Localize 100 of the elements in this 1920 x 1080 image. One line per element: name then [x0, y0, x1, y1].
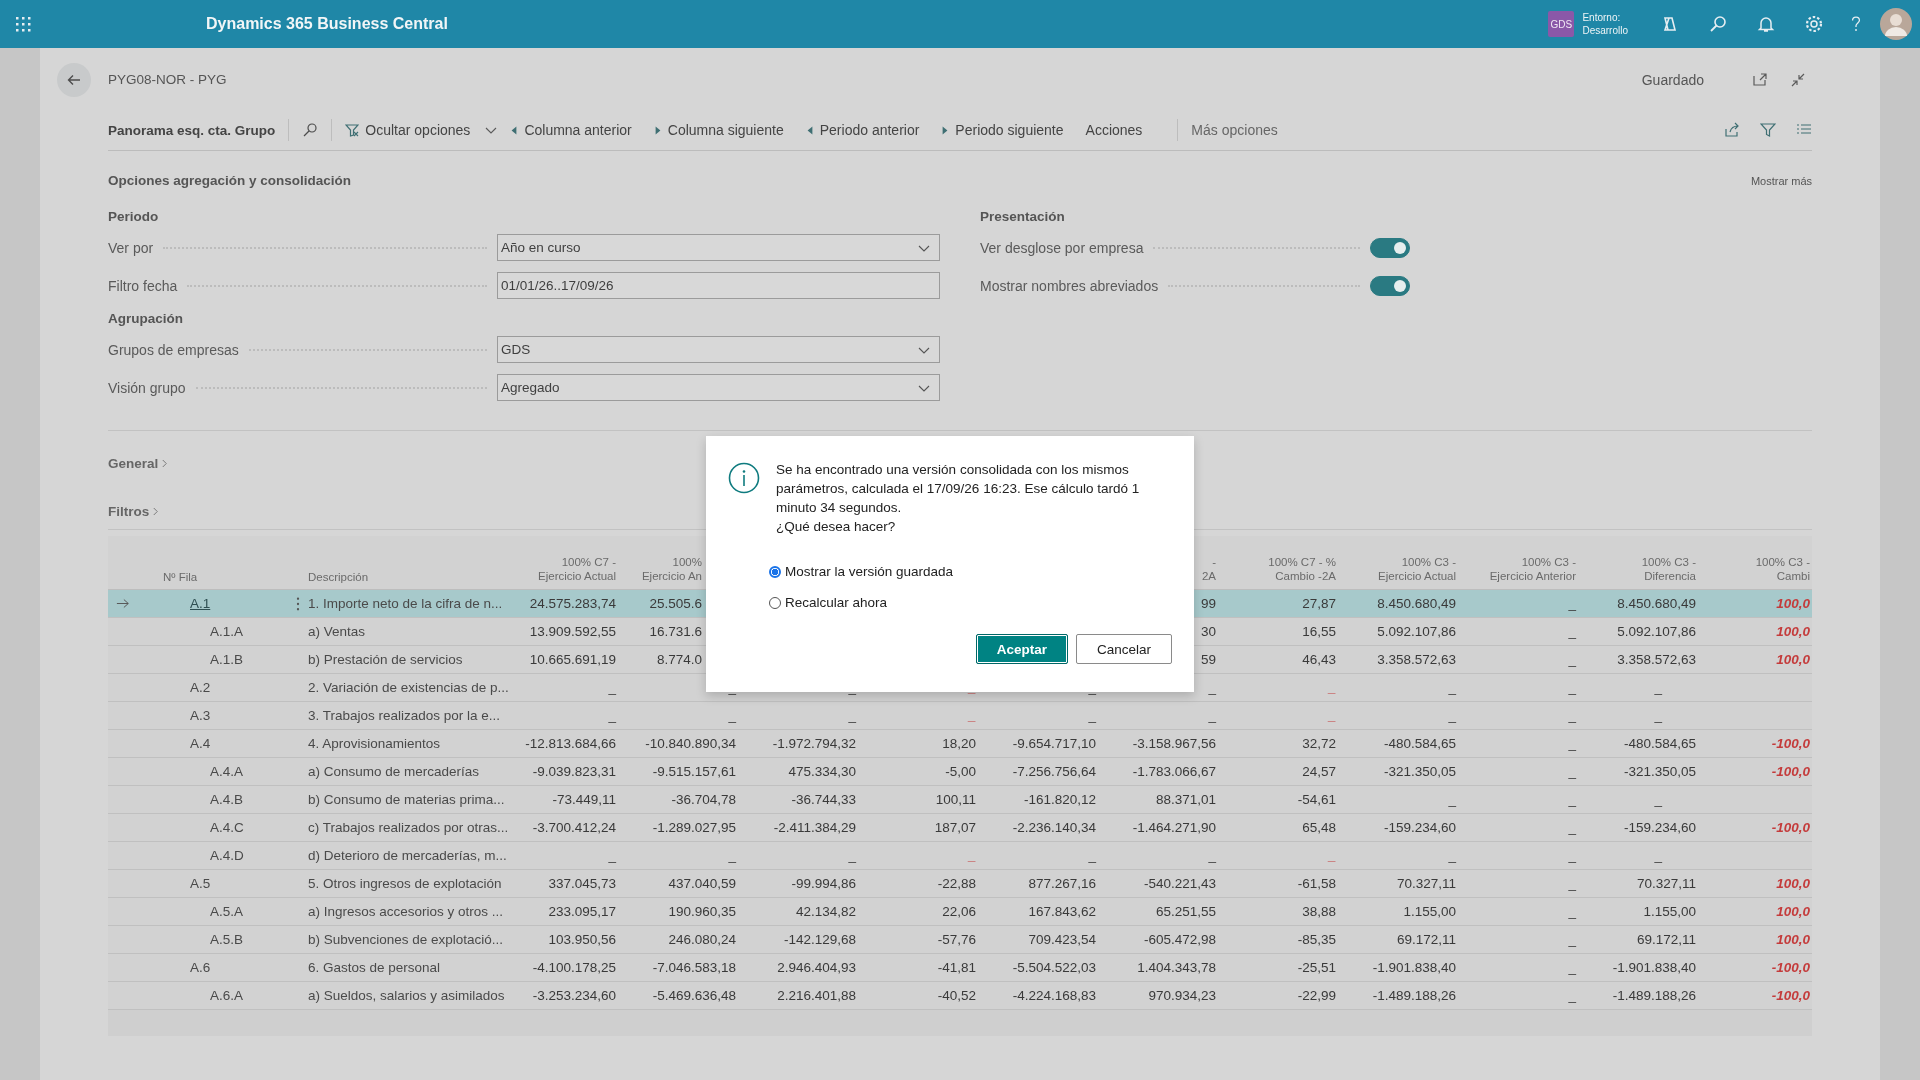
- row-number: A.5: [190, 876, 211, 891]
- table-cell: _: [1568, 652, 1576, 667]
- table-cell: _: [1568, 960, 1576, 975]
- table-cell: -5,00: [945, 764, 976, 779]
- table-cell: -1.489.188,26: [1612, 988, 1696, 1003]
- table-cell: b) Subvenciones de explotació...: [308, 932, 504, 947]
- row-number: A.3: [190, 708, 211, 723]
- table-cell: _: [1328, 848, 1336, 863]
- table-cell: 100,0: [1776, 876, 1810, 891]
- table-cell: 30: [1200, 624, 1216, 639]
- row-number: A.6.A: [210, 988, 244, 1003]
- group-heading: Presentación: [980, 208, 1066, 226]
- table-cell: -321.350,05: [1383, 764, 1456, 779]
- table-cell: -40,52: [937, 988, 976, 1003]
- group-heading: Agrupación: [108, 310, 184, 328]
- table-cell: -321.350,05: [1623, 764, 1696, 779]
- table-cell: 5. Otros ingresos de explotación: [308, 876, 502, 891]
- table-cell: 2.946.404,93: [777, 960, 856, 975]
- field-label: Grupos de empresas: [108, 341, 239, 358]
- table-cell: -85,35: [1297, 932, 1336, 947]
- table-cell: _: [1568, 596, 1576, 611]
- table-cell: -36.704,78: [671, 792, 736, 807]
- table-cell: -5.469.636,48: [652, 988, 736, 1003]
- field-label: Ver por: [108, 239, 154, 256]
- table-cell: _: [848, 708, 856, 723]
- table-cell: _: [1448, 708, 1456, 723]
- table-cell: 65.251,55: [1155, 904, 1216, 919]
- table-cell: -480.584,65: [1383, 736, 1456, 751]
- row-number: A.4.B: [210, 792, 244, 807]
- table-cell: 65,48: [1302, 820, 1336, 835]
- table-cell: a) Consumo de mercaderías: [308, 764, 480, 779]
- table-cell: _: [1568, 820, 1576, 835]
- table-cell: _: [1088, 848, 1096, 863]
- table-cell: b) Consumo de materias prima...: [308, 792, 505, 807]
- table-cell: _: [1328, 680, 1336, 695]
- table-cell: _: [1654, 708, 1662, 723]
- table-cell: 100,0: [1776, 596, 1810, 611]
- row-number: A.6: [190, 960, 211, 975]
- table-cell: 18,20: [942, 736, 976, 751]
- table-cell: -540.221,43: [1143, 876, 1216, 891]
- table-cell: _: [608, 680, 616, 695]
- table-cell: a) Ingresos accesorios y otros ...: [308, 904, 504, 919]
- field-label: Mostrar nombres abreviados: [980, 277, 1159, 294]
- table-cell: 100,0: [1776, 932, 1810, 947]
- table-cell: _: [968, 680, 976, 695]
- table-cell: -100,0: [1771, 820, 1810, 835]
- table-cell: 70.327,11: [1396, 876, 1456, 891]
- table-cell: _: [848, 848, 856, 863]
- field-label: Filtro fecha: [108, 277, 178, 294]
- table-cell: -9.515.157,61: [652, 764, 736, 779]
- table-cell: _: [1568, 988, 1576, 1003]
- table-cell: _: [1568, 932, 1576, 947]
- table-cell: 2. Variación de existencias de p...: [308, 680, 509, 695]
- table-cell: _: [1088, 708, 1096, 723]
- row-number: A.4.D: [210, 848, 244, 863]
- table-cell: _: [1088, 680, 1096, 695]
- table-cell: 100,0: [1776, 904, 1810, 919]
- table-cell: -2.411.384,29: [773, 820, 856, 835]
- table-cell: -9.039.823,31: [532, 764, 616, 779]
- table-cell: 99: [1200, 596, 1216, 611]
- table-cell: -1.901.838,40: [1612, 960, 1696, 975]
- group-heading: Periodo: [108, 208, 160, 226]
- table-cell: 24,57: [1302, 764, 1336, 779]
- table-cell: -3.700.412,24: [532, 820, 616, 835]
- table-cell: -7.256.756,64: [1012, 764, 1096, 779]
- table-cell: 337.045,73: [548, 876, 616, 891]
- table-cell: 1.155,00: [1643, 904, 1696, 919]
- table-cell: -1.464.271,90: [1132, 820, 1216, 835]
- table-cell: _: [1568, 848, 1576, 863]
- table-cell: -7.046.583,18: [652, 960, 736, 975]
- table-cell: a) Ventas: [308, 624, 366, 639]
- table-cell: 70.327,11: [1636, 876, 1696, 891]
- table-cell: -159.234,60: [1383, 820, 1456, 835]
- table-cell: d) Deterioro de mercaderías, m...: [308, 848, 507, 863]
- table-cell: 8.774.0: [656, 652, 702, 667]
- table-cell: _: [1568, 680, 1576, 695]
- table-cell: _: [1568, 904, 1576, 919]
- table-cell: 1. Importe neto de la cifra de n...: [308, 596, 503, 611]
- table-cell: 4. Aprovisionamientos: [308, 736, 441, 751]
- table-cell: 877.267,16: [1028, 876, 1096, 891]
- table-cell: _: [1654, 792, 1662, 807]
- table-cell: 22,06: [942, 904, 976, 919]
- table-cell: -1.972.794,32: [772, 736, 856, 751]
- table-cell: -12.813.684,66: [525, 736, 616, 751]
- table-cell: 16,55: [1302, 624, 1336, 639]
- table-cell: -22,88: [937, 876, 976, 891]
- table-cell: _: [608, 848, 616, 863]
- table-cell: _: [1448, 848, 1456, 863]
- table-cell: 437.040,59: [668, 876, 736, 891]
- table-cell: -161.820,12: [1023, 792, 1096, 807]
- field-label: Ver desglose por empresa: [980, 239, 1144, 256]
- table-cell: 3.358.572,63: [1377, 652, 1456, 667]
- row-number: A.4: [190, 736, 211, 751]
- table-cell: -480.584,65: [1623, 736, 1696, 751]
- table-cell: -10.840.890,34: [645, 736, 736, 751]
- table-cell: 5.092.107,86: [1377, 624, 1456, 639]
- table-cell: 6. Gastos de personal: [308, 960, 441, 975]
- table-cell: 709.423,54: [1028, 932, 1096, 947]
- table-cell: _: [848, 680, 856, 695]
- table-cell: -25,51: [1297, 960, 1336, 975]
